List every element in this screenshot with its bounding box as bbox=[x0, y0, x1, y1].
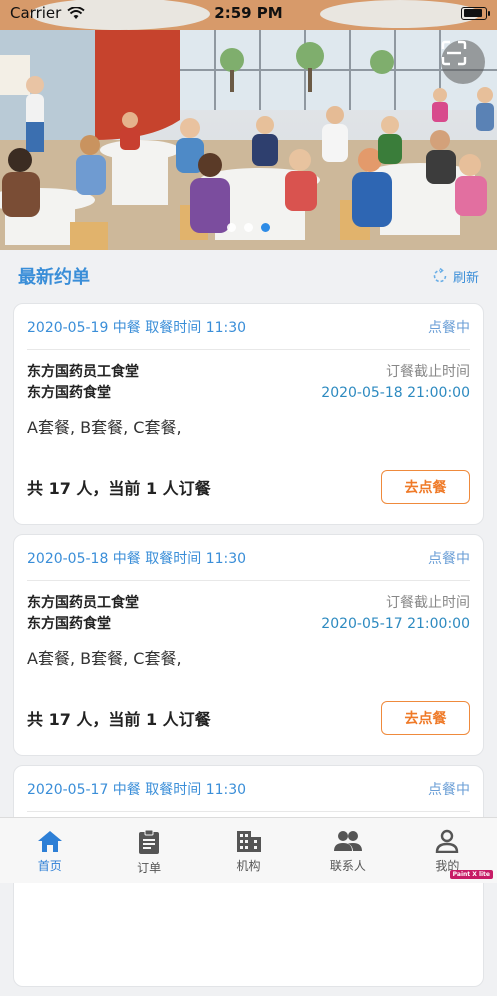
banner-carousel[interactable] bbox=[0, 0, 497, 250]
order-status: 点餐中 bbox=[428, 317, 470, 337]
meal-options: A套餐, B套餐, C套餐, bbox=[27, 414, 470, 438]
tab-home[interactable]: 首页 bbox=[0, 818, 99, 883]
order-status: 点餐中 bbox=[428, 548, 470, 568]
go-order-button[interactable]: 去点餐 bbox=[381, 470, 470, 504]
carousel-dot[interactable] bbox=[227, 223, 236, 232]
tab-contacts[interactable]: 联系人 bbox=[298, 818, 397, 883]
scan-icon bbox=[441, 40, 467, 66]
clipboard-icon bbox=[137, 829, 161, 855]
section-header: 最新约单 刷新 bbox=[0, 258, 497, 294]
order-card[interactable]: 2020-05-18 中餐 取餐时间 11:30 点餐中 东方国药员工食堂 东方… bbox=[13, 534, 484, 756]
participant-count: 共 17 人，当前 1 人订餐 bbox=[27, 706, 211, 730]
scan-button[interactable] bbox=[441, 40, 485, 84]
carrier-label: Carrier bbox=[10, 4, 61, 22]
tab-label: 联系人 bbox=[330, 857, 366, 874]
meal-options: A套餐, B套餐, C套餐, bbox=[27, 645, 470, 669]
go-order-button[interactable]: 去点餐 bbox=[381, 701, 470, 735]
people-icon bbox=[334, 829, 362, 853]
canteen-subname: 东方国药食堂 bbox=[27, 383, 139, 404]
carousel-dot[interactable] bbox=[244, 223, 253, 232]
carousel-indicator bbox=[0, 223, 497, 232]
participant-count: 共 17 人，当前 1 人订餐 bbox=[27, 475, 211, 499]
order-card[interactable]: 2020-05-19 中餐 取餐时间 11:30 点餐中 东方国药员工食堂 东方… bbox=[13, 303, 484, 525]
deadline-label: 订餐截止时间 bbox=[321, 362, 470, 383]
order-status: 点餐中 bbox=[428, 779, 470, 799]
bottom-tab-bar: 首页 订单 机构 联系人 我的 Paint X lite bbox=[0, 817, 497, 883]
cafeteria-illustration bbox=[0, 0, 497, 250]
order-date-line: 2020-05-17 中餐 取餐时间 11:30 bbox=[27, 779, 246, 799]
order-date-line: 2020-05-18 中餐 取餐时间 11:30 bbox=[27, 548, 246, 568]
tab-label: 机构 bbox=[237, 857, 261, 874]
deadline-label: 订餐截止时间 bbox=[321, 593, 470, 614]
refresh-button[interactable]: 刷新 bbox=[432, 267, 479, 286]
home-icon bbox=[37, 829, 63, 853]
deadline-value: 2020-05-18 21:00:00 bbox=[321, 383, 470, 404]
canteen-name: 东方国药员工食堂 bbox=[27, 593, 139, 614]
watermark-badge: Paint X lite bbox=[450, 870, 493, 879]
tab-orders[interactable]: 订单 bbox=[99, 818, 198, 883]
person-icon bbox=[435, 829, 459, 853]
canteen-name: 东方国药员工食堂 bbox=[27, 362, 139, 383]
refresh-label: 刷新 bbox=[453, 267, 479, 286]
order-date-line: 2020-05-19 中餐 取餐时间 11:30 bbox=[27, 317, 246, 337]
tab-institutions[interactable]: 机构 bbox=[199, 818, 298, 883]
tab-label: 首页 bbox=[38, 857, 62, 874]
tab-label: 订单 bbox=[137, 859, 161, 876]
canteen-subname: 东方国药食堂 bbox=[27, 614, 139, 635]
status-bar: Carrier 2:59 PM bbox=[0, 0, 497, 26]
battery-icon bbox=[461, 7, 487, 20]
carousel-dot-active[interactable] bbox=[261, 223, 270, 232]
refresh-icon bbox=[432, 268, 448, 284]
order-list[interactable]: 2020-05-19 中餐 取餐时间 11:30 点餐中 东方国药员工食堂 东方… bbox=[13, 303, 484, 996]
wifi-icon bbox=[67, 7, 85, 20]
section-title: 最新约单 bbox=[18, 263, 90, 289]
deadline-value: 2020-05-17 21:00:00 bbox=[321, 614, 470, 635]
building-icon bbox=[236, 829, 262, 853]
